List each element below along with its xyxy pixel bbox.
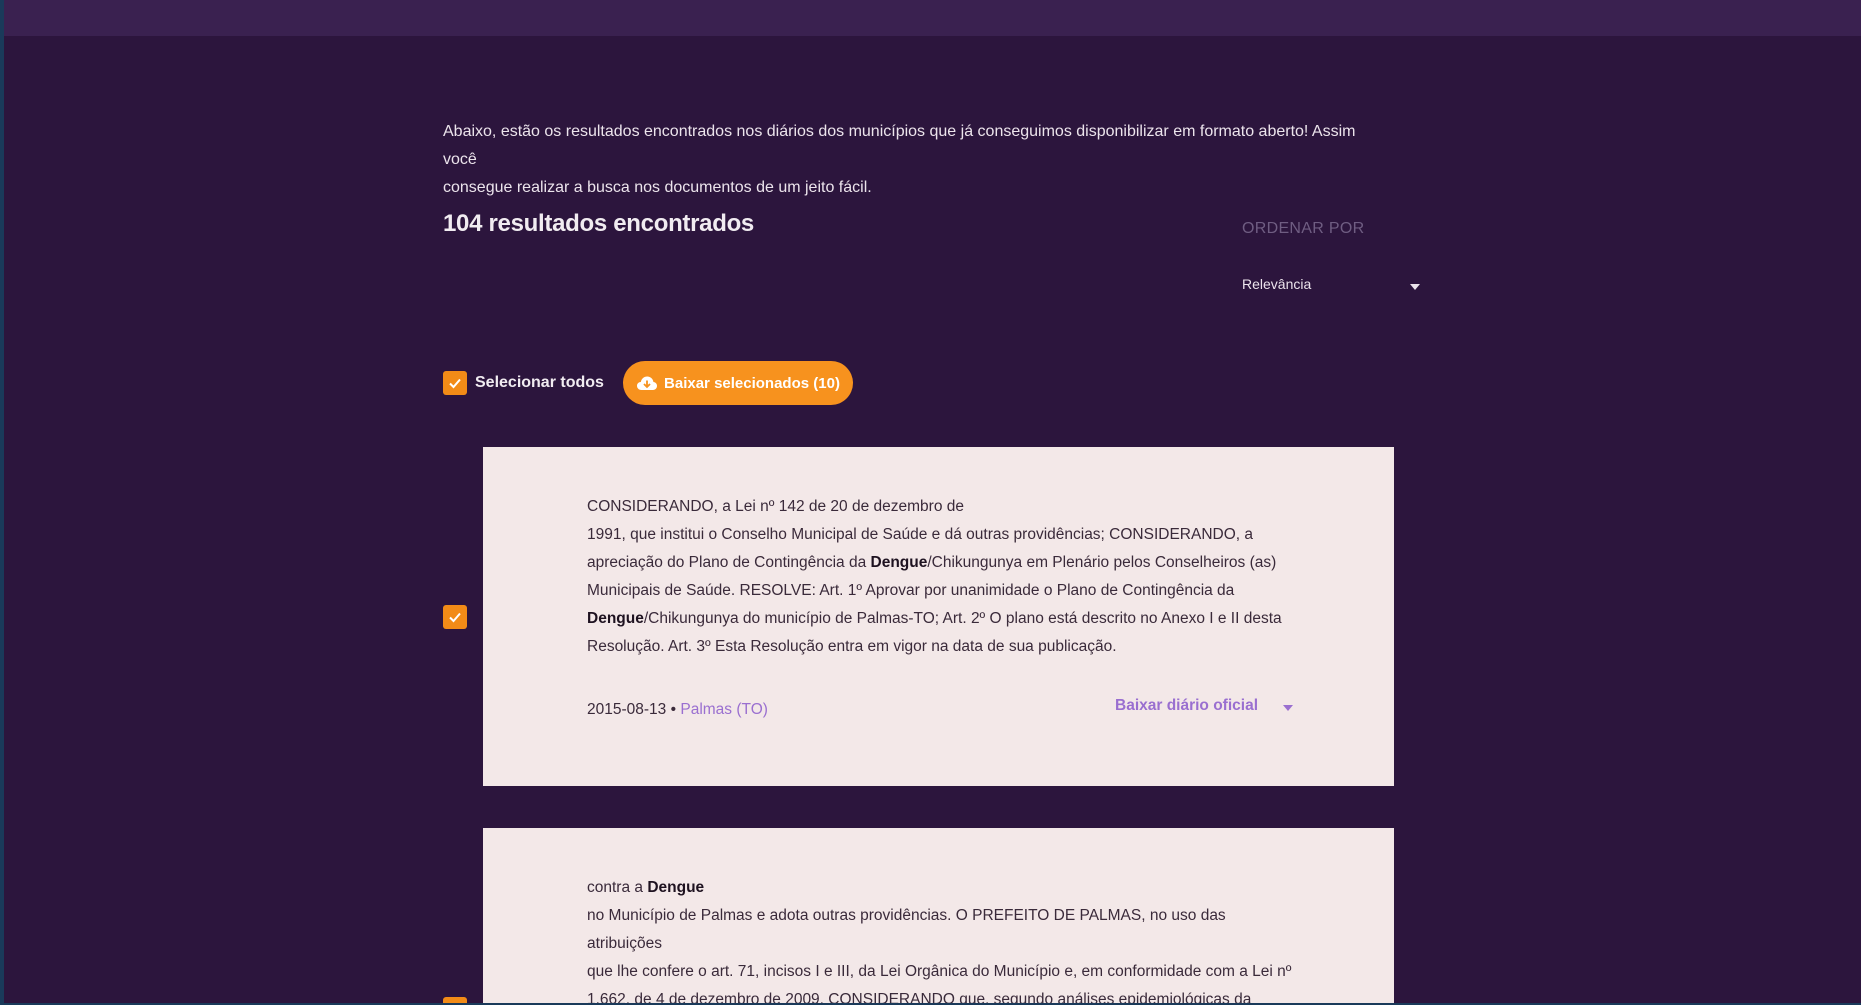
meta-separator: • [670, 701, 677, 718]
download-gazette-dropdown[interactable]: Baixar diário oficial [1115, 697, 1293, 715]
result-excerpt: contra a Dengue no Município de Palmas e … [587, 874, 1292, 1003]
order-by-select[interactable]: Relevância [1242, 276, 1420, 300]
chevron-down-icon [1410, 284, 1420, 290]
select-all-label: Selecionar todos [475, 374, 604, 391]
excerpt-line: Municipais de Saúde. RESOLVE: Art. 1º Ap… [587, 582, 1235, 599]
order-by-value: Relevância [1242, 276, 1312, 292]
excerpt-line: 1991, que institui o Conselho Municipal … [587, 526, 1254, 543]
excerpt-line: Dengue/Chikungunya do município de Palma… [587, 610, 1282, 627]
result-city-link[interactable]: Palmas (TO) [680, 701, 768, 718]
result-checkbox[interactable] [443, 605, 467, 629]
order-by-label: ORDENAR POR [1242, 220, 1365, 237]
result-card: CONSIDERANDO, a Lei nº 142 de 20 de deze… [483, 447, 1394, 786]
result-excerpt: CONSIDERANDO, a Lei nº 142 de 20 de deze… [587, 493, 1292, 661]
download-selected-button[interactable]: Baixar selecionados (10) [623, 361, 853, 405]
excerpt-line: apreciação do Plano de Contingência da D… [587, 554, 1277, 571]
excerpt-line: 1.662, de 4 de dezembro de 2009, CONSIDE… [587, 991, 1252, 1003]
intro-line-1: Abaixo, estão os resultados encontrados … [443, 123, 1356, 168]
select-all[interactable]: Selecionar todos [443, 371, 604, 395]
result-checkbox[interactable] [443, 997, 467, 1003]
select-all-checkbox[interactable] [443, 371, 467, 395]
checkmark-icon [448, 1002, 462, 1003]
excerpt-line: que lhe confere o art. 71, incisos I e I… [587, 963, 1292, 980]
result-date: 2015-08-13 [587, 701, 667, 718]
excerpt-line: contra a Dengue [587, 879, 705, 896]
result-card: contra a Dengue no Município de Palmas e … [483, 828, 1394, 1003]
excerpt-line: no Município de Palmas e adota outras pr… [587, 907, 1226, 952]
top-bar [4, 0, 1861, 36]
cloud-download-icon [637, 376, 658, 390]
checkmark-icon [449, 612, 461, 623]
highlighted-term: Dengue [587, 610, 644, 627]
excerpt-line: CONSIDERANDO, a Lei nº 142 de 20 de deze… [587, 498, 964, 515]
results-count-title: 104 resultados encontrados [443, 210, 754, 237]
result-meta: 2015-08-13 • Palmas (TO) [587, 701, 768, 719]
page: Abaixo, estão os resultados encontrados … [4, 0, 1861, 1003]
chevron-down-icon [1283, 705, 1293, 711]
download-selected-label: Baixar selecionados (10) [664, 374, 840, 392]
intro-text: Abaixo, estão os resultados encontrados … [443, 118, 1383, 202]
checkmark-icon [449, 378, 461, 389]
highlighted-term: Dengue [870, 554, 928, 571]
intro-line-2: consegue realizar a busca nos documentos… [443, 179, 872, 196]
excerpt-line: Resolução. Art. 3º Esta Resolução entra … [587, 638, 1117, 655]
download-gazette-label: Baixar diário oficial [1115, 697, 1258, 714]
highlighted-term: Dengue [647, 879, 705, 896]
